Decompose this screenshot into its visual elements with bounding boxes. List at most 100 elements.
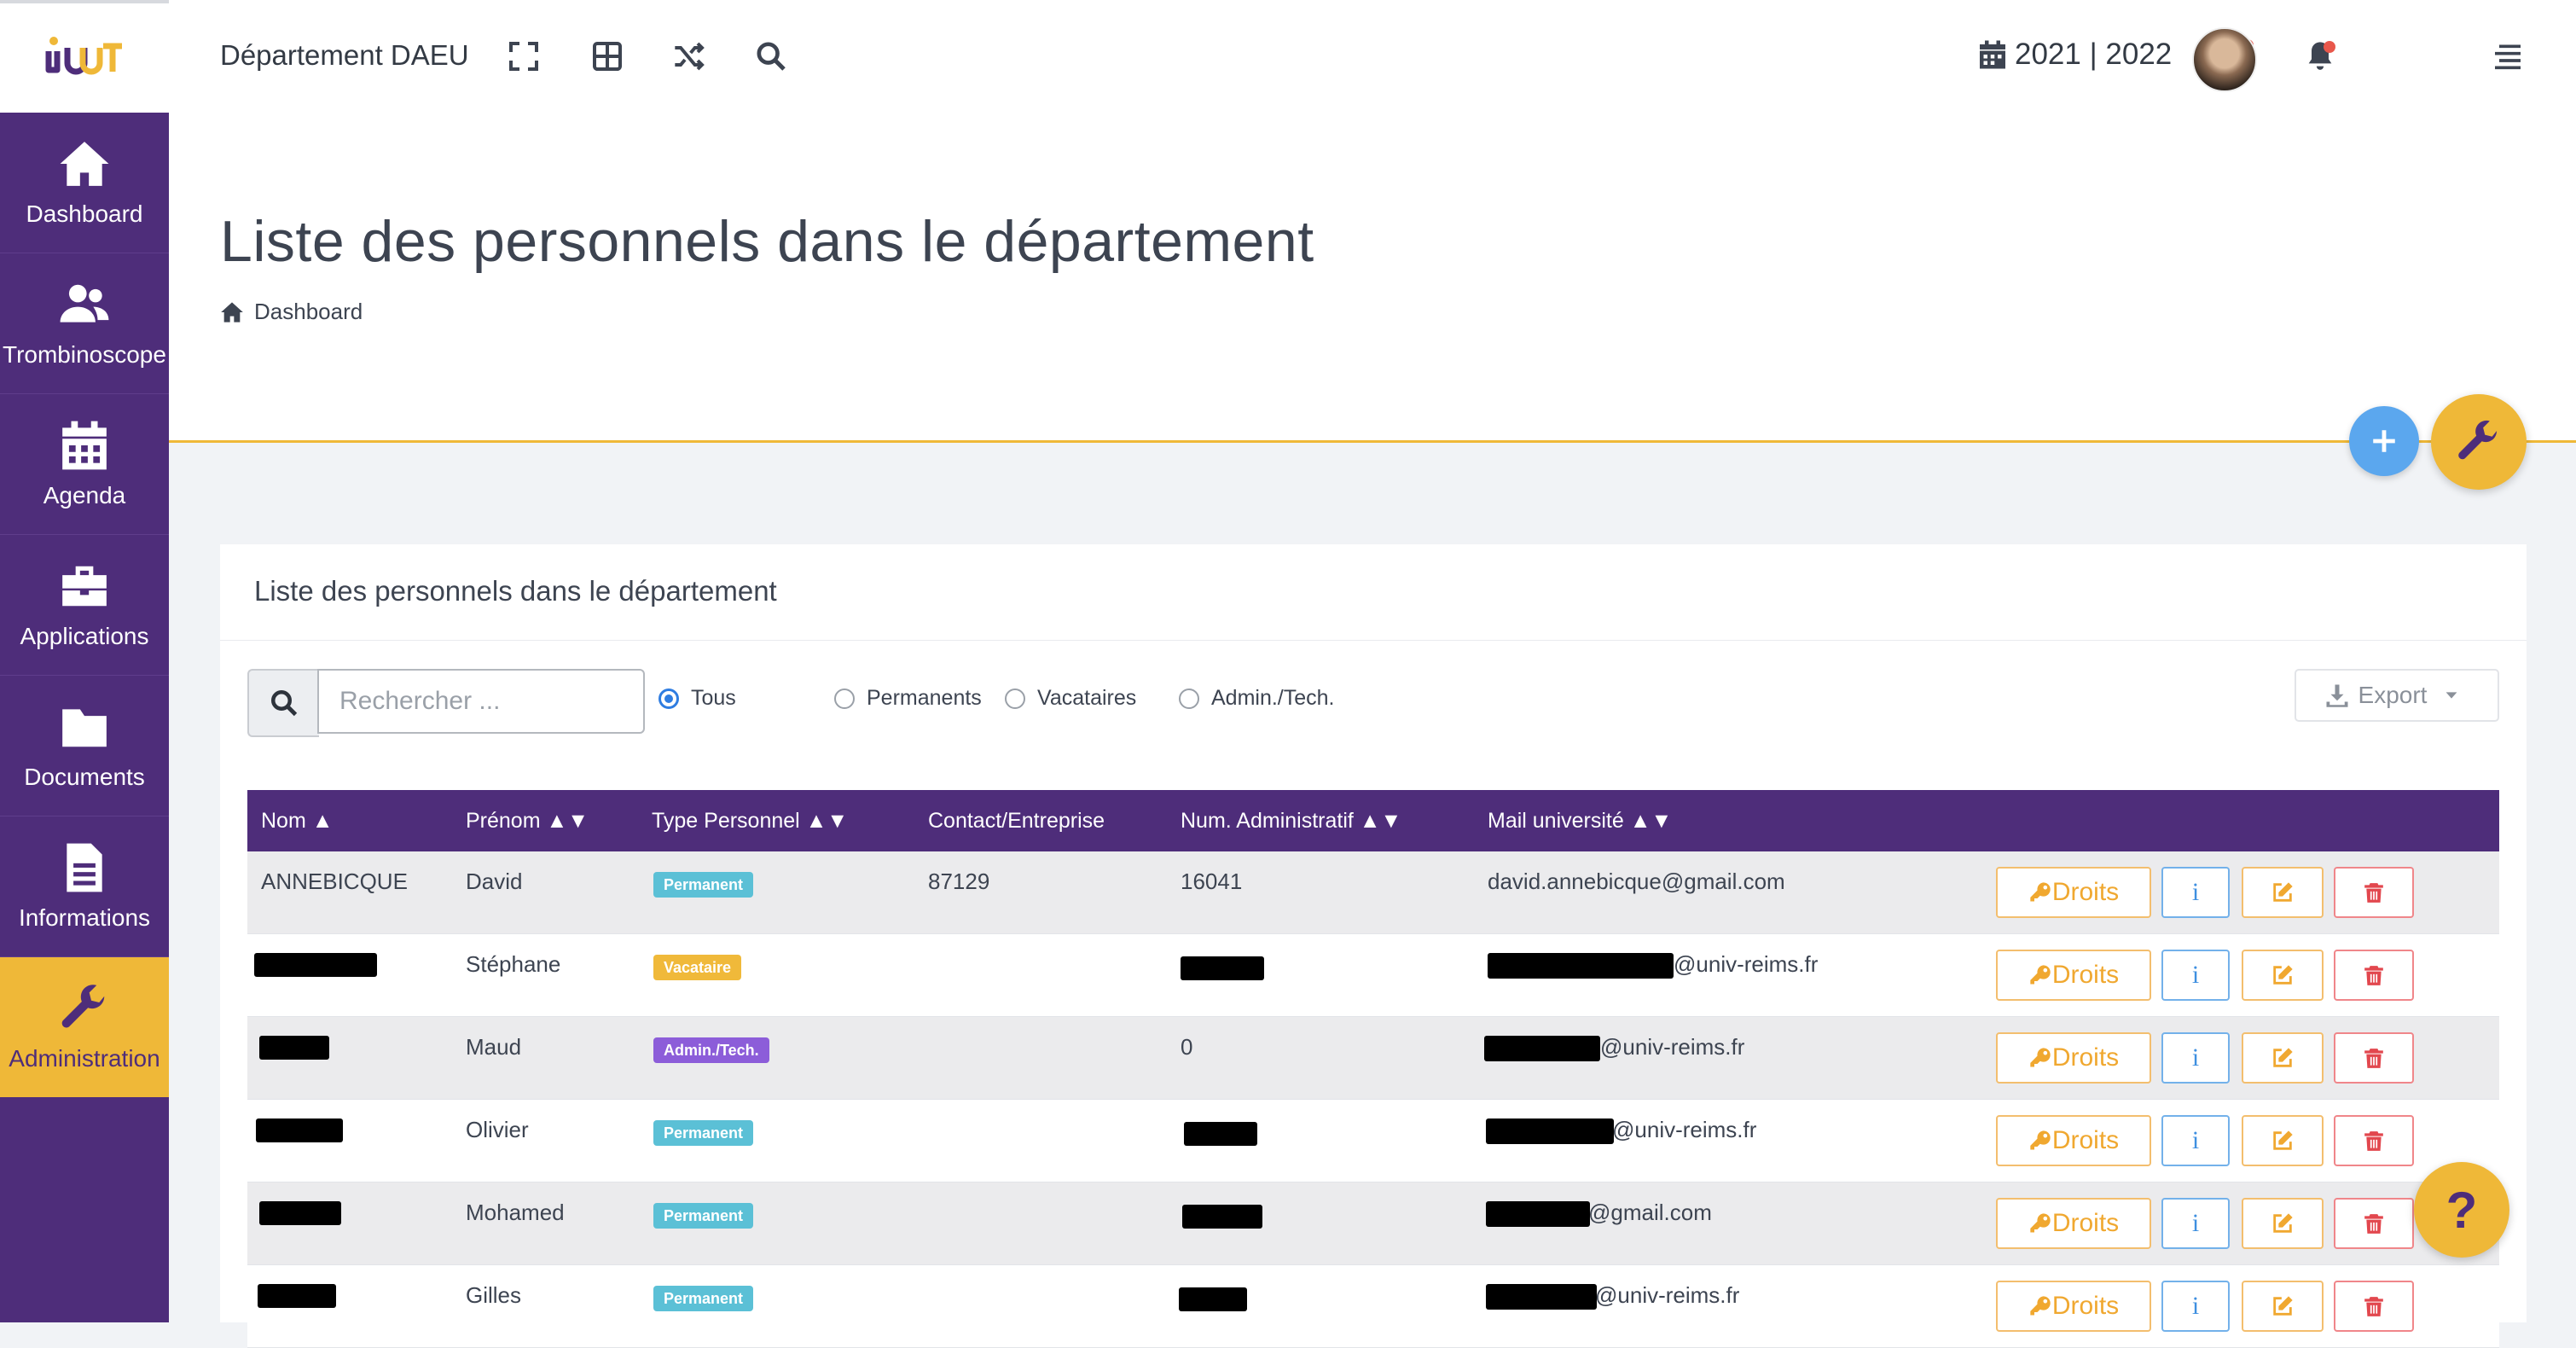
breadcrumb-dashboard: Dashboard [254,299,363,324]
breadcrumb[interactable]: Dashboard [220,299,363,325]
table-row: Olivier Permanent @univ-reims.fr Droits … [247,1100,2499,1182]
download-icon [2326,684,2348,707]
sidebar-item-label: Trombinoscope [3,341,166,368]
trash-icon [2364,1297,2383,1316]
droits-label: Droits [2051,1209,2120,1237]
info-button[interactable]: i [2161,1115,2230,1166]
user-avatar[interactable] [2192,27,2257,92]
radio[interactable] [1179,688,1199,709]
delete-button[interactable] [2334,1198,2414,1249]
edit-button[interactable] [2242,1198,2324,1249]
menu-icon[interactable] [2491,39,2525,73]
search-button[interactable] [247,669,319,737]
filter-vacataires[interactable]: Vacataires [1005,686,1136,711]
delete-button[interactable] [2334,1032,2414,1084]
filter-admin-tech[interactable]: Admin./Tech. [1179,686,1335,711]
radio[interactable] [834,688,855,709]
edit-icon [2273,1296,2293,1316]
column-prenom[interactable]: Prénom ▲▼ [466,809,589,834]
redacted-mail [1488,953,1674,979]
redacted-nom [258,1284,336,1308]
academic-year-label: 2021 | 2022 [2015,38,2173,71]
droits-label: Droits [2051,1043,2120,1072]
cell-prenom: Mohamed [466,1200,565,1225]
plus-icon [2373,430,2395,452]
export-dropdown[interactable]: Export [2295,669,2499,722]
info-button[interactable]: i [2161,1032,2230,1084]
edit-button[interactable] [2242,867,2324,918]
droits-button[interactable]: Droits [1996,867,2151,918]
cell-mail: @gmail.com [1588,1200,1712,1225]
radio[interactable] [1005,688,1025,709]
edit-icon [2273,1130,2293,1150]
edit-button[interactable] [2242,950,2324,1001]
cell-prenom: David [466,869,523,894]
droits-button[interactable]: Droits [1996,950,2151,1001]
export-label: Export [2358,682,2428,708]
column-type-personnel[interactable]: Type Personnel ▲▼ [652,809,848,834]
sidebar-item-administration[interactable]: Administration [0,957,169,1097]
redacted-nom [259,1201,341,1225]
page-header: Liste des personnels dans le département… [169,113,2576,443]
delete-button[interactable] [2334,950,2414,1001]
settings-fab-button[interactable] [2431,394,2527,490]
delete-button[interactable] [2334,1281,2414,1332]
sidebar-item-label: Administration [9,1045,160,1072]
delete-button[interactable] [2334,1115,2414,1166]
type-badge: Admin./Tech. [653,1037,769,1063]
sidebar-item-informations[interactable]: Informations [0,816,169,957]
droits-button[interactable]: Droits [1996,1032,2151,1084]
add-button[interactable] [2349,406,2419,476]
sidebar-item-documents[interactable]: Documents [0,676,169,816]
info-button[interactable]: i [2161,950,2230,1001]
grid-icon[interactable] [590,39,624,73]
redacted-num [1184,1122,1257,1146]
sidebar-item-agenda[interactable]: Agenda [0,394,169,535]
key-icon [2030,1130,2051,1150]
redacted-mail [1486,1284,1597,1310]
cell-mail: david.annebicque@gmail.com [1488,869,1785,894]
cell-mail: @univ-reims.fr [1595,1282,1740,1308]
users-icon [60,284,109,322]
info-button[interactable]: i [2161,867,2230,918]
sidebar: Dashboard Trombinoscope Agenda Applicati… [0,0,169,1322]
info-icon: i [2191,878,2200,906]
info-button[interactable]: i [2161,1281,2230,1332]
filter-permanents[interactable]: Permanents [834,686,982,711]
iut-logo[interactable] [0,0,169,113]
search-icon[interactable] [754,39,788,73]
shuffle-icon[interactable] [672,39,706,73]
edit-button[interactable] [2242,1115,2324,1166]
redacted-num [1181,956,1264,980]
cell-mail: @univ-reims.fr [1612,1117,1757,1142]
radio-selected[interactable] [659,688,679,709]
sidebar-item-label: Informations [18,904,151,931]
table-row: Gilles Permanent @univ-reims.fr Droits i [247,1265,2499,1348]
help-button[interactable]: ? [2414,1162,2509,1258]
type-badge: Permanent [653,1203,754,1229]
droits-button[interactable]: Droits [1996,1281,2151,1332]
sidebar-item-dashboard[interactable]: Dashboard [0,113,169,253]
redacted-mail [1486,1201,1590,1227]
column-num-administratif[interactable]: Num. Administratif ▲▼ [1181,809,1401,834]
redacted-mail [1486,1118,1614,1144]
sidebar-item-applications[interactable]: Applications [0,535,169,676]
edit-button[interactable] [2242,1032,2324,1084]
cell-num: 16041 [1181,869,1243,894]
delete-button[interactable] [2334,867,2414,918]
fullscreen-icon[interactable] [507,39,541,73]
droits-button[interactable]: Droits [1996,1115,2151,1166]
column-nom[interactable]: Nom ▲ [261,809,333,834]
edit-button[interactable] [2242,1281,2324,1332]
academic-year-selector[interactable]: 2021 | 2022 [1977,38,2172,72]
cell-prenom: Maud [466,1034,522,1060]
droits-button[interactable]: Droits [1996,1198,2151,1249]
search-input[interactable] [317,669,645,734]
info-button[interactable]: i [2161,1198,2230,1249]
table-row: ANNEBICQUE David Permanent 87129 16041 d… [247,851,2499,934]
sidebar-item-trombinoscope[interactable]: Trombinoscope [0,253,169,394]
logo-icon [45,37,122,75]
column-mail[interactable]: Mail université ▲▼ [1488,809,1672,834]
file-text-icon [67,843,102,892]
filter-tous[interactable]: Tous [659,686,736,711]
